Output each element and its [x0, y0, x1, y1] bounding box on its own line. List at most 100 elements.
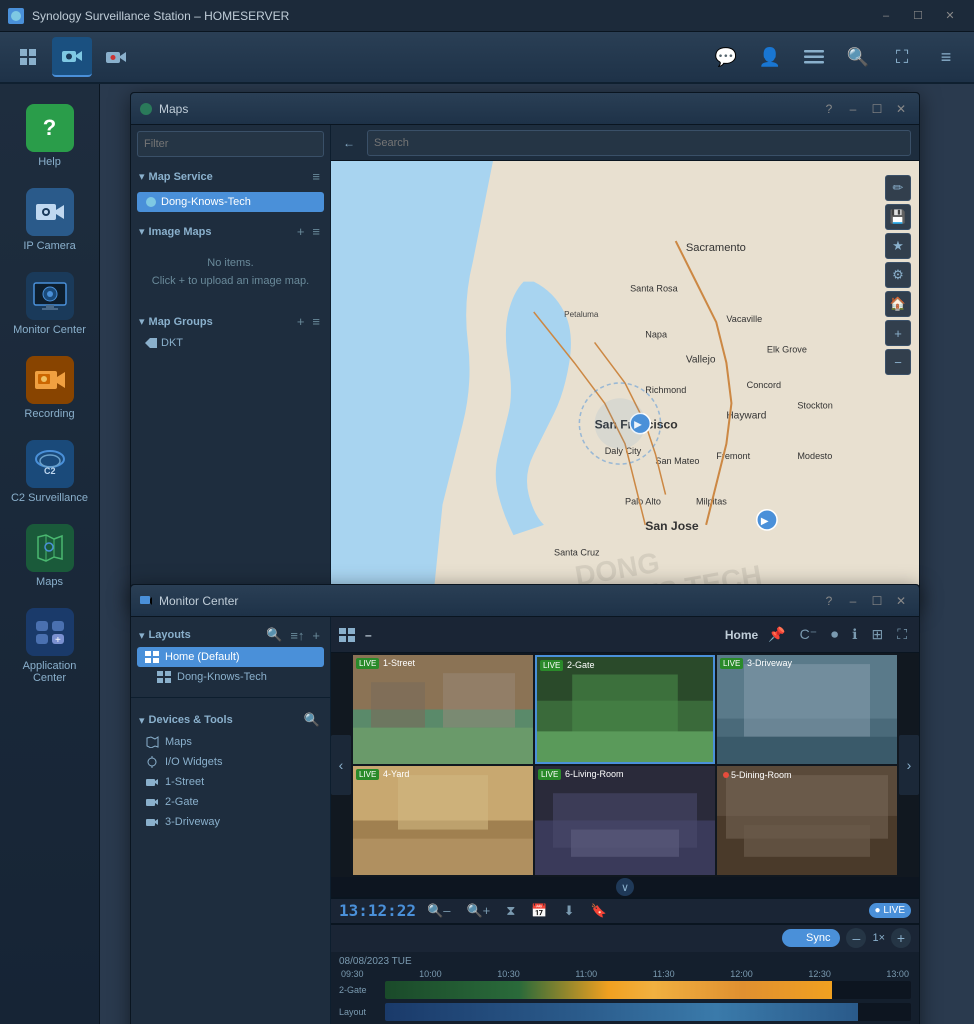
image-maps-add-btn[interactable]: + [295, 224, 307, 239]
recording-icon [26, 356, 74, 404]
map-home-btn[interactable]: 🏠 [885, 291, 911, 317]
toolbar-more-btn[interactable]: ≡ [926, 37, 966, 77]
toolbar-camera-btn[interactable] [52, 37, 92, 77]
camera-cell-4-yard[interactable]: LIVE 4-Yard [353, 766, 533, 875]
device-3driveway[interactable]: 3-Driveway [137, 812, 324, 832]
device-1street[interactable]: 1-Street [137, 772, 324, 792]
device-maps[interactable]: Maps [137, 732, 324, 752]
map-search-input[interactable] [367, 130, 911, 156]
timeline-toolbar: 13:12:22 🔍– 🔍+ ⧗ 📅 ⬇ 🔖 ● LIVE [331, 899, 919, 924]
toolbar-menu-btn[interactable] [794, 37, 834, 77]
timeline-bookmark-btn[interactable]: 🔖 [586, 901, 612, 921]
sidebar-item-recording[interactable]: Recording [6, 348, 94, 428]
map-groups-settings-btn[interactable]: ≡ [310, 314, 322, 329]
maps-close-btn[interactable]: ✕ [891, 99, 911, 119]
timeline-download-btn[interactable]: ⬇ [559, 901, 580, 921]
maps-maximize-btn[interactable]: ☐ [867, 99, 887, 119]
map-zoom-out-btn[interactable]: − [885, 349, 911, 375]
camera-scroll-right[interactable]: › [899, 735, 919, 795]
layouts-sort-btn[interactable]: ≡↑ [288, 627, 306, 643]
camera-thumb-5 [717, 766, 897, 875]
monitor-layout-btn[interactable]: ⊞ [867, 624, 887, 645]
image-maps-header[interactable]: Image Maps + ≡ [137, 220, 324, 243]
timeline-2gate-fill [385, 981, 832, 999]
toolbar-record-btn[interactable] [96, 37, 136, 77]
layout-home-default[interactable]: Home (Default) [137, 647, 324, 667]
filter-input[interactable] [137, 131, 324, 157]
camera-cell-6-living[interactable]: LIVE 6-Living-Room [535, 766, 715, 875]
layouts-search-btn[interactable]: 🔍 [264, 627, 284, 643]
timeline-layout-bar[interactable] [385, 1003, 911, 1021]
monitor-minimize-btn[interactable]: – [843, 591, 863, 611]
monitor-info-btn[interactable]: ℹ [848, 624, 861, 645]
close-button[interactable]: ✕ [934, 6, 966, 26]
map-back-btn[interactable]: ← [339, 133, 359, 153]
camera-3-live-badge: LIVE [720, 658, 743, 669]
toolbar-search-btn[interactable]: 🔍 [838, 37, 878, 77]
map-groups-add-btn[interactable]: + [295, 314, 307, 329]
maps-minimize-btn[interactable]: – [843, 99, 863, 119]
map-service-item[interactable]: Dong-Knows-Tech [137, 192, 324, 212]
toolbar-grid-btn[interactable] [8, 37, 48, 77]
sidebar-item-help[interactable]: ? Help [6, 96, 94, 176]
timeline-zoom-in-btn[interactable]: 🔍+ [461, 901, 495, 921]
monitor-rec-btn[interactable]: ⏺ [827, 624, 842, 645]
sidebar-item-c2[interactable]: C2 C2 Surveillance [6, 432, 94, 512]
devices-search-btn[interactable]: 🔍 [302, 712, 322, 728]
monitor-maximize-btn[interactable]: ☐ [867, 591, 887, 611]
timeline-filter-btn[interactable]: ⧗ [501, 901, 520, 921]
sidebar-item-monitor[interactable]: Monitor Center [6, 264, 94, 344]
image-maps-settings-btn[interactable]: ≡ [310, 224, 322, 239]
sidebar-item-appcenter[interactable]: + Application Center [6, 600, 94, 692]
sidebar-maps-label: Maps [36, 576, 63, 588]
monitor-pin-btn[interactable]: 📌 [764, 624, 789, 645]
map-star-btn[interactable]: ★ [885, 233, 911, 259]
maps-window-controls: ? – ☐ ✕ [819, 99, 911, 119]
camera-cell-5-dining[interactable]: 5-Dining-Room [717, 766, 897, 875]
layouts-add-btn[interactable]: + [310, 627, 322, 643]
sync-minus-btn[interactable]: – [846, 928, 866, 948]
camera-thumb-6 [535, 766, 715, 875]
maps-help-btn[interactable]: ? [819, 99, 839, 119]
monitor-close-btn[interactable]: ✕ [891, 591, 911, 611]
timeline-calendar-btn[interactable]: 📅 [526, 901, 552, 921]
map-edit-btn[interactable]: ✏ [885, 175, 911, 201]
app-icon [8, 8, 24, 24]
toolbar-fullscreen-btn[interactable]: ⛶ [882, 37, 922, 77]
sidebar-item-ipcamera[interactable]: IP Camera [6, 180, 94, 260]
sidebar-item-maps[interactable]: Maps [6, 516, 94, 596]
timeline-2gate-bar[interactable] [385, 981, 911, 999]
sync-button[interactable]: Sync [782, 929, 840, 947]
sync-plus-btn[interactable]: + [891, 928, 911, 948]
layout-dkt[interactable]: Dong-Knows-Tech [137, 667, 324, 687]
device-2gate[interactable]: 2-Gate [137, 792, 324, 812]
device-3driveway-label: 3-Driveway [165, 816, 220, 828]
toolbar-right: 💬 👤 🔍 ⛶ ≡ [706, 37, 966, 77]
map-service-header[interactable]: Map Service ≡ [137, 165, 324, 188]
timeline-zoom-out-btn[interactable]: 🔍– [422, 901, 455, 921]
minimize-button[interactable]: – [870, 6, 902, 26]
device-io-widgets[interactable]: I/O Widgets [137, 752, 324, 772]
timeline-date: 08/08/2023 TUE [339, 956, 911, 967]
map-service-settings-btn[interactable]: ≡ [310, 169, 322, 184]
map-settings-btn[interactable]: ⚙ [885, 262, 911, 288]
map-zoom-in-btn[interactable]: + [885, 320, 911, 346]
toolbar-user-btn[interactable]: 👤 [750, 37, 790, 77]
map-groups-header[interactable]: Map Groups + ≡ [137, 310, 324, 333]
toolbar-chat-btn[interactable]: 💬 [706, 37, 746, 77]
devices-header[interactable]: Devices & Tools 🔍 [137, 708, 324, 732]
map-group-label: DKT [161, 337, 183, 349]
map-group-dkt[interactable]: DKT [137, 333, 324, 353]
camera-scroll-left[interactable]: ‹ [331, 735, 351, 795]
camera-cell-1-street[interactable]: LIVE 1-Street [353, 655, 533, 764]
maximize-button[interactable]: ☐ [902, 6, 934, 26]
layouts-header[interactable]: Layouts 🔍 ≡↑ + [137, 623, 324, 647]
ipcamera-icon [26, 188, 74, 236]
camera-cell-2-gate[interactable]: LIVE 2-Gate [535, 655, 715, 764]
map-save-btn[interactable]: 💾 [885, 204, 911, 230]
monitor-fullscreen-btn[interactable]: ⛶ [893, 624, 911, 645]
camera-cell-3-driveway[interactable]: LIVE 3-Driveway [717, 655, 897, 764]
show-more-btn[interactable]: ∨ [616, 878, 634, 896]
monitor-c-btn[interactable]: C⁻ [796, 624, 822, 645]
monitor-help-btn[interactable]: ? [819, 591, 839, 611]
